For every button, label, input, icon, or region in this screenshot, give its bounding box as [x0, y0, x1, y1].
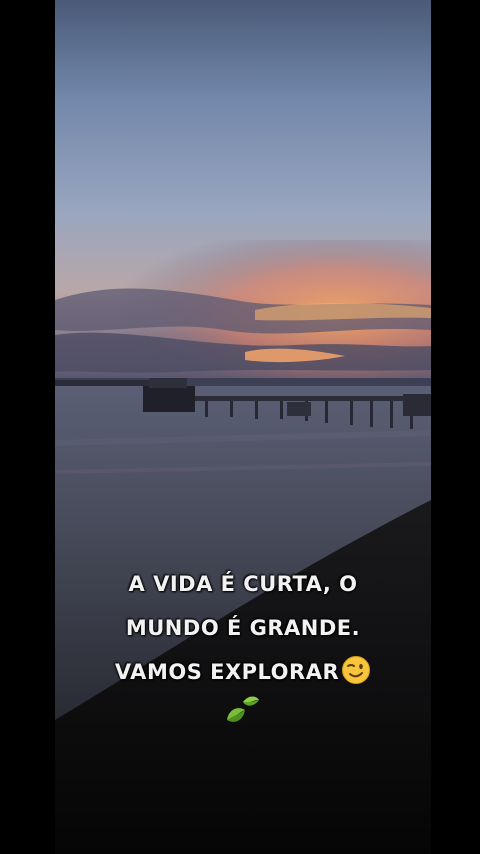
leaf-emoji-row [55, 690, 431, 735]
caption-line-1: A VIDA É CURTA, O [128, 572, 358, 596]
leaves-icon [227, 696, 259, 722]
caption-overlay: A VIDA É CURTA, O MUNDO É GRANDE. VAMOS … [55, 562, 431, 694]
caption-line-2: MUNDO É GRANDE. [125, 616, 361, 640]
winking-face-icon [342, 656, 371, 684]
video-frame: A VIDA É CURTA, O MUNDO É GRANDE. VAMOS … [0, 0, 480, 854]
caption-line-3: VAMOS EXPLORAR [55, 650, 431, 694]
caption-line-3-text: VAMOS EXPLORAR [114, 660, 340, 684]
